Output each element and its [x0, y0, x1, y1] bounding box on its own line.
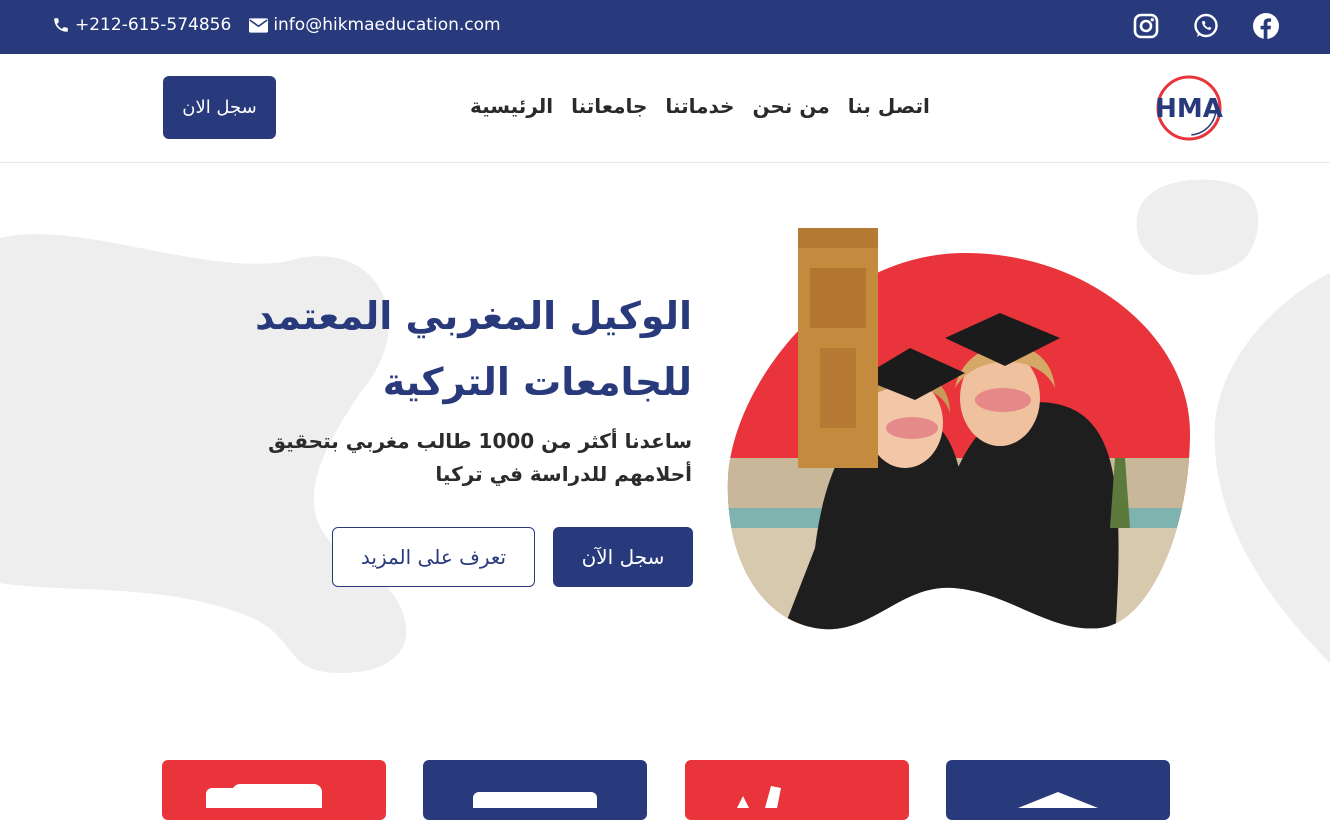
nav-link-home[interactable]: الرئيسية [470, 94, 553, 118]
email-contact[interactable]: info@hikmaeducation.com [249, 15, 501, 35]
nav-link-contact[interactable]: اتصل بنا [848, 94, 930, 118]
feature-cards [0, 760, 1330, 820]
email-address: info@hikmaeducation.com [273, 15, 501, 35]
top-bar: +212-615-574856 info@hikmaeducation.com [0, 0, 1330, 54]
hero-subtitle: ساعدنا أكثر من 1000 طالب مغربي بتحقيق أح… [268, 429, 692, 486]
nav-links: الرئيسية جامعاتنا خدماتنا من نحن اتصل بن… [470, 94, 930, 118]
hero-title: الوكيل المغربي المعتمد للجامعات التركية [255, 294, 692, 404]
plane-icon [737, 786, 781, 808]
feature-card-travel[interactable] [685, 760, 909, 820]
university-icon [1018, 792, 1098, 808]
feature-card-scholarship[interactable] [162, 760, 386, 820]
phone-icon [54, 18, 68, 32]
facebook-icon[interactable] [1252, 12, 1280, 40]
site-logo[interactable]: HMA [1153, 72, 1225, 144]
hero-graduates-image [727, 228, 1191, 630]
envelope-icon [249, 17, 269, 33]
logo-text: HMA [1155, 94, 1223, 124]
nav-link-universities[interactable]: جامعاتنا [571, 94, 647, 118]
feature-card-documents[interactable] [423, 760, 647, 820]
main-navbar: سجل الان الرئيسية جامعاتنا خدماتنا من نح… [0, 54, 1330, 163]
document-icon [473, 792, 597, 816]
learn-more-button[interactable]: تعرف على المزيد [332, 527, 535, 587]
nav-link-about[interactable]: من نحن [752, 94, 829, 118]
whatsapp-icon[interactable] [1192, 12, 1220, 40]
instagram-icon[interactable] [1132, 12, 1160, 40]
nav-link-services[interactable]: خدماتنا [665, 94, 734, 118]
register-now-button[interactable]: سجل الآن [553, 527, 693, 587]
feature-card-university[interactable] [946, 760, 1170, 820]
social-links [1132, 12, 1280, 40]
phone-number: +212-615-574856 [75, 15, 232, 35]
contact-info: +212-615-574856 info@hikmaeducation.com [52, 15, 519, 35]
register-now-nav-button[interactable]: سجل الان [163, 76, 276, 139]
phone-contact[interactable]: +212-615-574856 [52, 15, 231, 35]
hero-section: الوكيل المغربي المعتمد للجامعات التركية … [0, 163, 1330, 808]
scroll-icon [206, 784, 322, 820]
